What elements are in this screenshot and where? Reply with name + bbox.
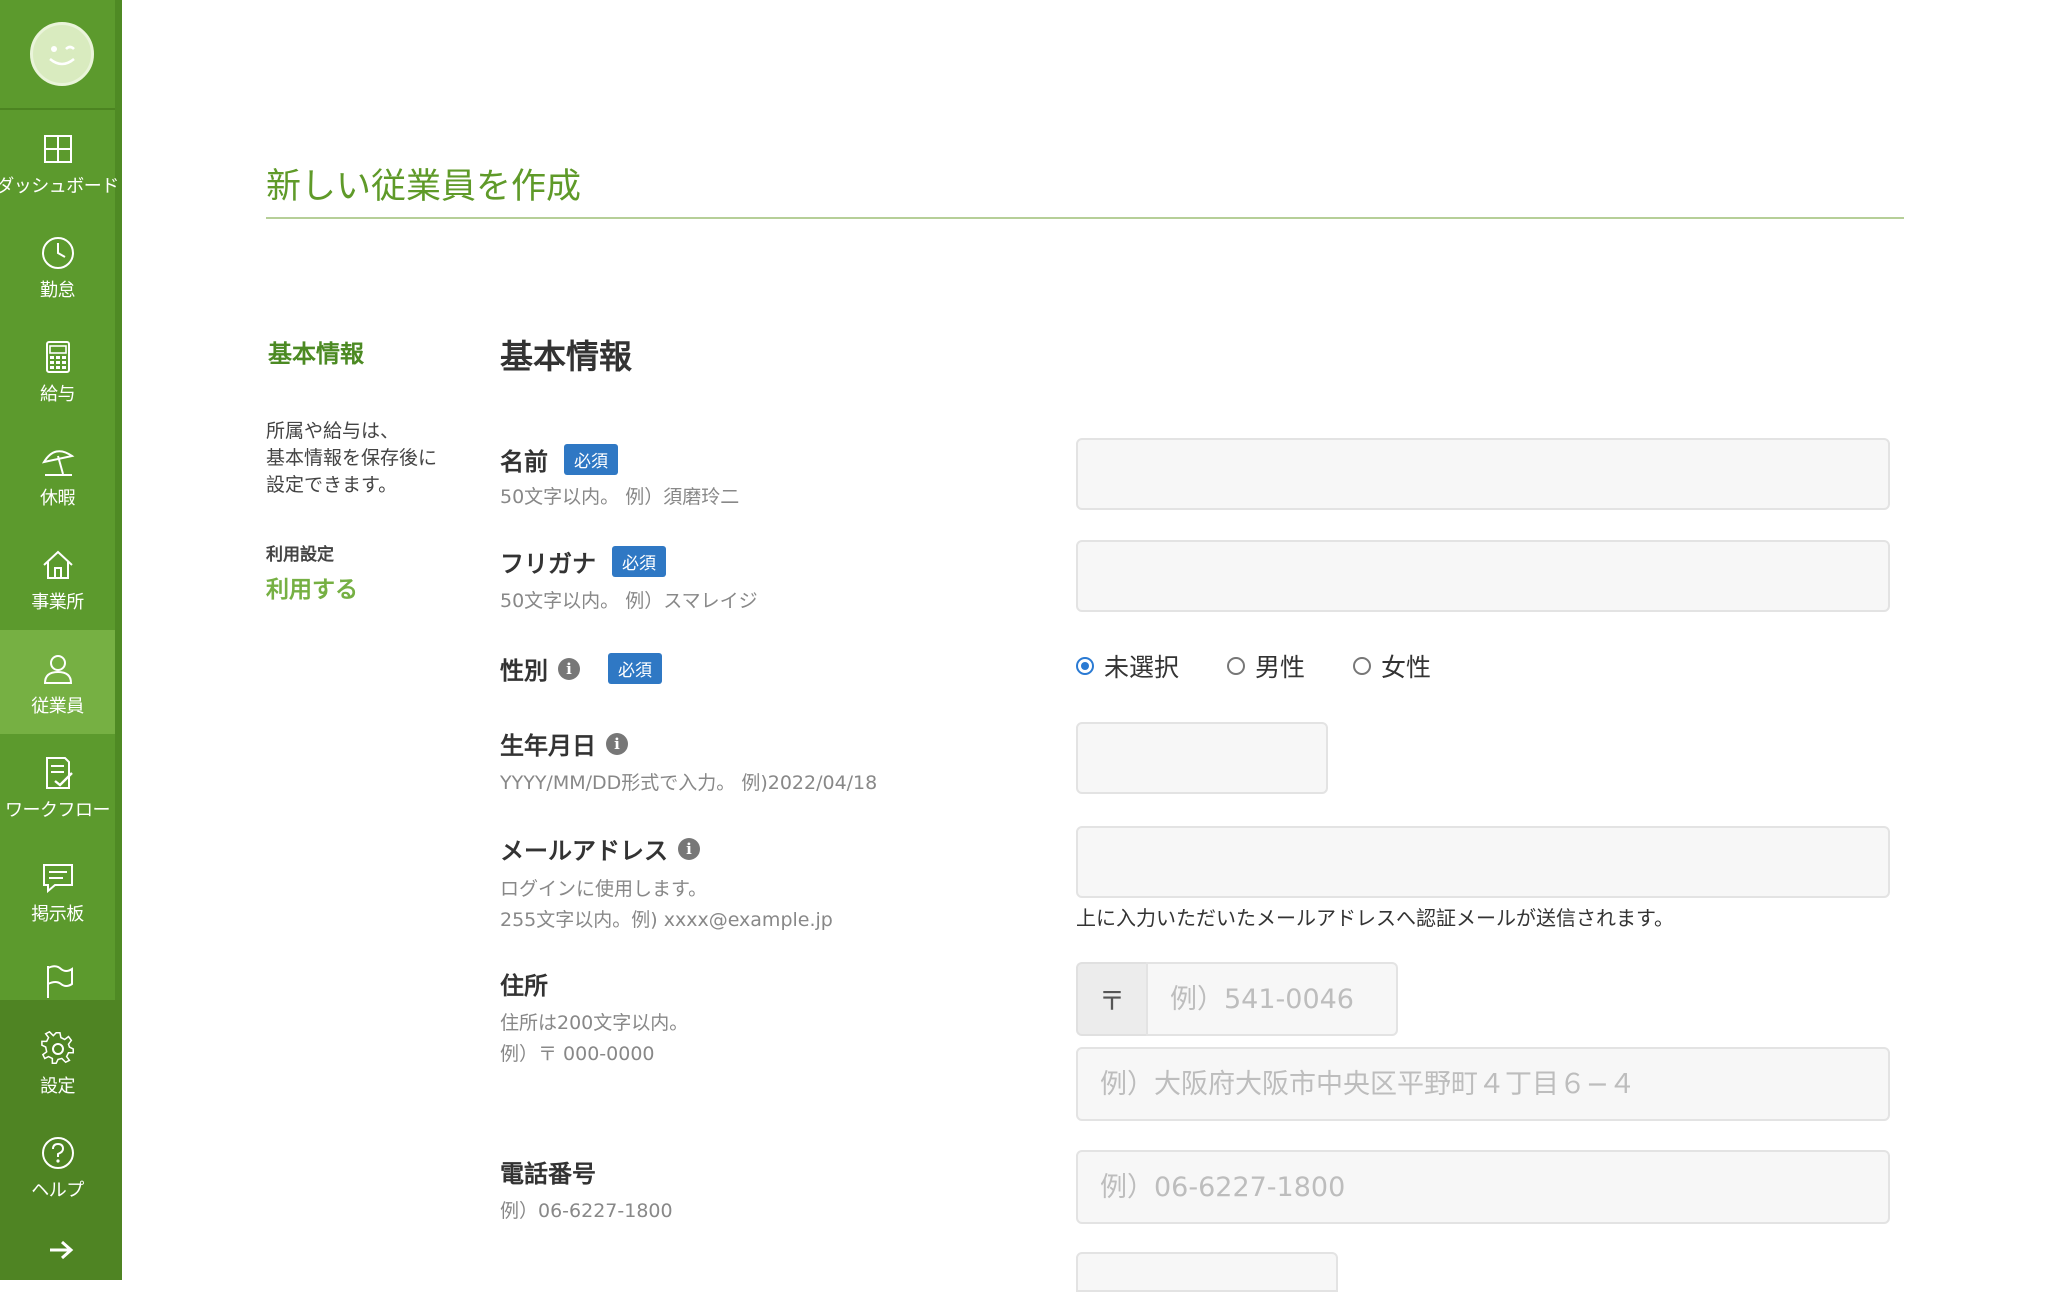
email-label-text: メールアドレス xyxy=(500,837,668,865)
email-label: メールアドレス i xyxy=(500,831,700,866)
address-hint-length: 住所は200文字以内。 xyxy=(500,1012,689,1034)
sidebar-item-board[interactable]: 掲示板 xyxy=(0,838,115,942)
phone-label: 電話番号 xyxy=(500,1154,596,1189)
radio-button[interactable] xyxy=(1076,657,1094,675)
required-badge: 必須 xyxy=(608,653,662,684)
gender-option-female[interactable]: 女性 xyxy=(1353,648,1431,684)
sidebar-item-label: 給与 xyxy=(40,384,76,405)
address-hint-example: 例）〒 000-0000 xyxy=(500,1043,655,1065)
sidebar-item-label: 休暇 xyxy=(40,488,76,509)
calculator-icon xyxy=(45,341,70,373)
gender-label: 性別 i 必須 xyxy=(500,651,662,686)
sidebar-item-label: ヘルプ xyxy=(31,1180,84,1201)
clock-icon xyxy=(41,237,74,269)
name-label: 名前 必須 xyxy=(500,442,618,477)
info-icon[interactable]: i xyxy=(558,657,580,680)
sidebar-item-label: 従業員 xyxy=(31,696,84,717)
home-icon xyxy=(42,550,73,579)
furigana-hint: 50文字以内。 例）スマレイジ xyxy=(500,590,758,612)
name-label-text: 名前 xyxy=(500,448,548,476)
sidebar-item-payroll[interactable]: 給与 xyxy=(0,318,115,422)
required-badge: 必須 xyxy=(612,546,666,577)
sidebar-item-employees[interactable]: 従業員 xyxy=(0,630,115,734)
postal-code-input[interactable] xyxy=(1146,962,1398,1036)
email-hint-length: 255文字以内。例) xxxx@example.jp xyxy=(500,909,833,931)
sidebar-item-office[interactable]: 事業所 xyxy=(0,526,115,630)
furigana-label-text: フリガナ xyxy=(500,550,596,578)
sidebar-item-dashboard[interactable]: ダッシュボード xyxy=(0,110,119,214)
gender-option-male[interactable]: 男性 xyxy=(1227,648,1305,684)
sidebar: ダッシュボード 勤怠 給与 休暇 事業所 従業員 ワークフロー 掲示板 設定 ヘ… xyxy=(0,0,122,1280)
phone-hint: 例）06-6227-1800 xyxy=(500,1200,673,1222)
checklist-icon xyxy=(45,757,73,789)
sidebar-item-workflow[interactable]: ワークフロー xyxy=(0,734,115,838)
postal-code-group: 〒 xyxy=(1076,962,1398,1036)
radio-button[interactable] xyxy=(1227,657,1246,675)
flag-icon xyxy=(46,965,73,998)
sidebar-item-label: 事業所 xyxy=(31,592,84,613)
gender-label-text: 性別 xyxy=(500,657,548,685)
sidebar-item-help[interactable]: ヘルプ xyxy=(0,1114,115,1218)
beach-umbrella-icon xyxy=(41,450,74,476)
gender-option-unselected[interactable]: 未選択 xyxy=(1076,648,1179,684)
sidebar-item-label: 掲示板 xyxy=(31,904,84,925)
sidebar-item-flag[interactable] xyxy=(0,942,115,1000)
sidebar-item-vacation[interactable]: 休暇 xyxy=(0,422,115,526)
birthday-label-text: 生年月日 xyxy=(500,732,596,760)
message-icon xyxy=(42,864,73,894)
address-input[interactable] xyxy=(1076,1047,1890,1121)
radio-label: 女性 xyxy=(1381,653,1432,682)
side-panel-note: 所属や給与は、 基本情報を保存後に 設定できます。 xyxy=(266,420,438,496)
gender-radio-group: 未選択 男性 女性 xyxy=(1076,648,1479,684)
arrow-right-icon[interactable] xyxy=(44,1238,78,1262)
info-icon[interactable]: i xyxy=(678,837,700,860)
sidebar-item-label: ダッシュボード xyxy=(0,176,119,197)
email-input[interactable] xyxy=(1076,826,1890,898)
help-icon xyxy=(41,1137,74,1169)
page-title: 新しい従業員を作成 xyxy=(266,167,582,207)
address-label-text: 住所 xyxy=(500,972,548,1000)
furigana-label: フリガナ 必須 xyxy=(500,544,666,579)
phone-input[interactable] xyxy=(1076,1150,1890,1224)
radio-label: 男性 xyxy=(1255,653,1306,682)
sidebar-scrollbar[interactable] xyxy=(115,0,122,1000)
name-input[interactable] xyxy=(1076,438,1890,510)
birthday-input[interactable] xyxy=(1076,722,1328,794)
furigana-input[interactable] xyxy=(1076,540,1890,612)
address-label: 住所 xyxy=(500,966,548,1001)
radio-label: 未選択 xyxy=(1104,653,1180,682)
next-field-select[interactable] xyxy=(1076,1252,1338,1292)
usage-setting-label: 利用設定 xyxy=(266,545,334,565)
birthday-label: 生年月日 i xyxy=(500,726,628,761)
title-divider xyxy=(266,217,1904,219)
usage-setting-value[interactable]: 利用する xyxy=(266,570,358,604)
email-verification-note: 上に入力いただいたメールアドレスへ認証メールが送信されます。 xyxy=(1076,906,1674,930)
user-icon xyxy=(43,655,72,684)
info-icon[interactable]: i xyxy=(606,732,628,755)
sidebar-item-label: 設定 xyxy=(40,1076,76,1097)
dashboard-icon xyxy=(43,135,72,163)
phone-label-text: 電話番号 xyxy=(500,1160,596,1188)
required-badge: 必須 xyxy=(564,444,618,475)
section-title: 基本情報 xyxy=(500,337,632,376)
smiley-logo-icon[interactable] xyxy=(30,22,94,86)
postal-mark: 〒 xyxy=(1076,962,1146,1036)
sidebar-item-label: 勤怠 xyxy=(40,280,76,301)
gear-icon xyxy=(40,1030,74,1064)
radio-button[interactable] xyxy=(1353,657,1372,675)
side-panel-heading[interactable]: 基本情報 xyxy=(268,334,364,369)
birthday-hint: YYYY/MM/DD形式で入力。 例)2022/04/18 xyxy=(500,772,878,794)
name-hint: 50文字以内。 例）須磨玲二 xyxy=(500,486,740,508)
sidebar-item-settings[interactable]: 設定 xyxy=(0,1010,115,1114)
sidebar-item-attendance[interactable]: 勤怠 xyxy=(0,214,115,318)
sidebar-item-label: ワークフロー xyxy=(5,800,111,821)
email-hint-usage: ログインに使用します。 xyxy=(500,878,708,900)
